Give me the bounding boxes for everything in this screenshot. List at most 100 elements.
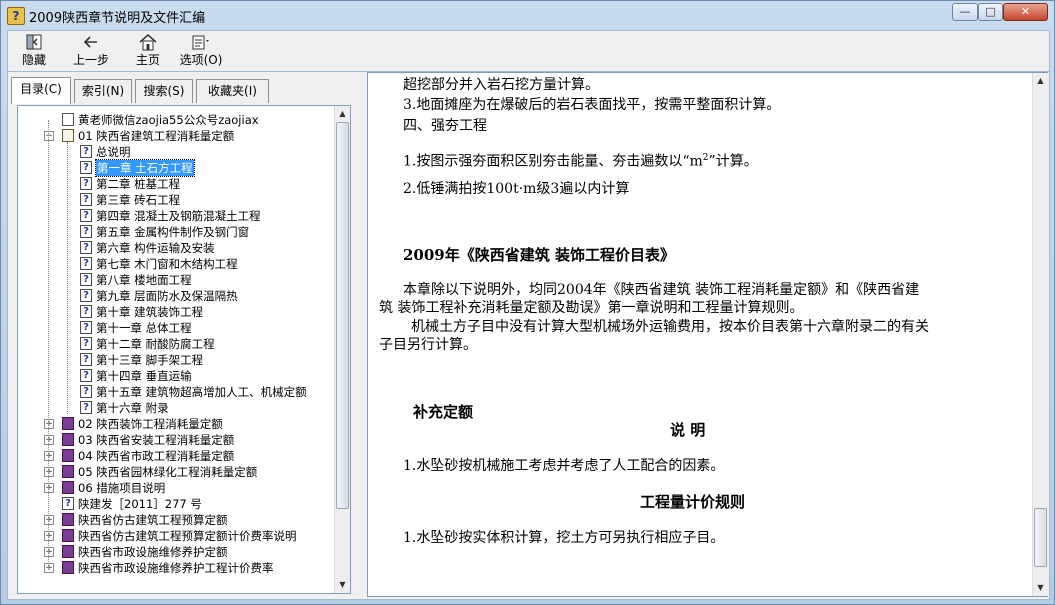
tree-item[interactable]: +05 陕西省园林绿化工程消耗量定额 — [18, 464, 334, 480]
tree-item-label: 06 措施项目说明 — [78, 481, 166, 495]
expand-icon[interactable]: + — [44, 451, 54, 461]
tree-item[interactable]: +06 措施项目说明 — [18, 480, 334, 496]
tree-item[interactable]: +04 陕西省市政工程消耗量定额 — [18, 448, 334, 464]
tree-item[interactable]: ? 第六章 构件运输及安装 — [18, 240, 334, 256]
tree-item-label: 黄老师微信zaojia55公众号zaojiax — [78, 113, 259, 127]
maximize-button[interactable]: □ — [978, 3, 1003, 21]
content-paragraph: 子目另行计算。 — [379, 337, 477, 353]
content-text: ”计算。 — [708, 153, 758, 170]
tree-item[interactable]: +02 陕西装饰工程消耗量定额 — [18, 416, 334, 432]
home-button[interactable]: 主页 — [130, 33, 166, 71]
contents-panel: 黄老师微信zaojia55公众号zaojiax − 01 陕西省建筑工程消耗量定额?… — [17, 105, 351, 594]
tab-search[interactable]: 搜索(S) — [135, 79, 193, 103]
tree-item[interactable]: ? 第十三章 脚手架工程 — [18, 352, 334, 368]
toolbar: 隐藏 上一步 主页 选项(O) — [7, 30, 1050, 72]
pane-splitter[interactable] — [353, 72, 365, 597]
open-book-icon — [62, 129, 74, 142]
back-arrow-icon — [66, 33, 116, 53]
contents-scroll-thumb[interactable] — [336, 122, 349, 509]
help-icon: ? — [80, 225, 92, 238]
book-icon — [62, 513, 74, 526]
help-icon: ? — [80, 177, 92, 190]
hide-label: 隐藏 — [21, 53, 46, 67]
tab-index[interactable]: 索引(N) — [74, 79, 132, 103]
tree-item[interactable]: ? 第十五章 建筑物超高增加人工、机械定额 — [18, 384, 334, 400]
scroll-up-arrow-icon[interactable]: ▲ — [335, 106, 350, 122]
tree-item[interactable]: + 陕西省市政设施维修养护定额 — [18, 544, 334, 560]
content-line: 3.地面摊座为在爆破后的岩石表面找平，按需平整面积计算。 — [403, 97, 781, 113]
tab-favorites[interactable]: 收藏夹(I) — [196, 79, 269, 103]
tree-item[interactable]: ? 第五章 金属构件制作及钢门窗 — [18, 224, 334, 240]
book-icon — [62, 481, 74, 494]
content-line: 1.水坠砂按实体积计算，挖土方可另执行相应子目。 — [403, 530, 725, 546]
collapse-icon[interactable]: − — [44, 131, 54, 141]
tree-item-label: 总说明 — [96, 145, 131, 159]
title-bar[interactable]: ? 2009陕西章节说明及文件汇编 — □ ✕ — [1, 1, 1054, 29]
tree-item-label: 03 陕西省安装工程消耗量定额 — [78, 433, 235, 447]
tree-item[interactable]: ? 第二章 桩基工程 — [18, 176, 334, 192]
help-app-icon: ? — [7, 7, 25, 25]
content-scroll-thumb[interactable] — [1034, 508, 1047, 568]
tree-item-label: 第一章 土石方工程 — [95, 159, 195, 177]
tree-item[interactable]: ? 第十四章 垂直运输 — [18, 368, 334, 384]
tree-item[interactable]: 黄老师微信zaojia55公众号zaojiax — [18, 112, 334, 128]
tree-item[interactable]: +03 陕西省安装工程消耗量定额 — [18, 432, 334, 448]
content-paragraph: 筑 装饰工程补充消耗量定额及勘误》第一章说明和工程量计算规则。 — [379, 300, 804, 316]
expand-icon[interactable]: + — [44, 435, 54, 445]
scroll-down-arrow-icon[interactable]: ▼ — [335, 577, 350, 593]
tree-item-label: 第五章 金属构件制作及钢门窗 — [96, 225, 250, 239]
options-label: 选项(O) — [179, 53, 223, 67]
expand-icon[interactable]: + — [44, 515, 54, 525]
content-line: 1.按图示强夯面积区别夯击能量、夯击遍数以“m2”计算。 — [403, 149, 758, 171]
tree-item[interactable]: ? 陕建发［2011］277 号 — [18, 496, 334, 512]
scroll-down-arrow-icon[interactable]: ▼ — [1033, 580, 1048, 596]
tree-item[interactable]: ? 第十一章 总体工程 — [18, 320, 334, 336]
tree-item-label: 05 陕西省园林绿化工程消耗量定额 — [78, 465, 258, 479]
tree-item[interactable]: ? 第十章 建筑装饰工程 — [18, 304, 334, 320]
expand-icon[interactable]: + — [44, 483, 54, 493]
minimize-button[interactable]: — — [952, 3, 978, 21]
content-section-title: 四、强夯工程 — [403, 118, 487, 134]
expand-icon[interactable]: + — [44, 467, 54, 477]
help-icon: ? — [80, 289, 92, 302]
content-paragraph: 本章除以下说明外，均同2004年《陕西省建筑 装饰工程消耗量定额》和《陕西省建 — [403, 282, 920, 298]
contents-scrollbar[interactable]: ▲ ▼ — [334, 106, 350, 593]
expand-icon[interactable]: + — [44, 531, 54, 541]
tree-item-label: 04 陕西省市政工程消耗量定额 — [78, 449, 235, 463]
scroll-up-arrow-icon[interactable]: ▲ — [1033, 73, 1048, 89]
tree-item-label: 第十三章 脚手架工程 — [96, 353, 204, 367]
close-button[interactable]: ✕ — [1003, 3, 1048, 21]
tree-item[interactable]: + 陕西省仿古建筑工程预算定额 — [18, 512, 334, 528]
expand-icon[interactable]: + — [44, 563, 54, 573]
tree-item[interactable]: ? 第一章 土石方工程 — [18, 159, 334, 177]
tree-guide-line — [48, 120, 49, 568]
help-viewer-window: ? 2009陕西章节说明及文件汇编 — □ ✕ 隐藏 上一步 主页 选项(O) … — [0, 0, 1055, 605]
tree-item[interactable]: ? 第八章 楼地面工程 — [18, 272, 334, 288]
tree-item[interactable]: ? 第十二章 耐酸防腐工程 — [18, 336, 334, 352]
options-button[interactable]: 选项(O) — [178, 33, 224, 71]
tree-item-label: 第七章 木门窗和木结构工程 — [96, 257, 238, 271]
tree-item[interactable]: ? 第四章 混凝土及钢筋混凝土工程 — [18, 208, 334, 224]
back-button[interactable]: 上一步 — [66, 33, 116, 71]
content-paragraph: 机械土方子目中没有计算大型机械场外运输费用，按本价目表第十六章附录二的有关 — [411, 319, 929, 335]
tree-item[interactable]: ? 总说明 — [18, 144, 334, 160]
book-icon — [62, 417, 74, 430]
tab-contents[interactable]: 目录(C) — [11, 77, 71, 104]
tree-item-label: 第九章 层面防水及保温隔热 — [96, 289, 238, 303]
content-scrollbar[interactable]: ▲ ▼ — [1032, 73, 1048, 596]
expand-icon[interactable]: + — [44, 419, 54, 429]
tree-item-label: 陕西省市政设施维修养护定额 — [78, 545, 228, 559]
tree-item[interactable]: ? 第十六章 附录 — [18, 400, 334, 416]
tree-item[interactable]: ? 第九章 层面防水及保温隔热 — [18, 288, 334, 304]
tree-item[interactable]: ? 第三章 砖石工程 — [18, 192, 334, 208]
hide-button[interactable]: 隐藏 — [14, 33, 54, 71]
help-icon: ? — [80, 145, 92, 158]
help-icon: ? — [80, 257, 92, 270]
tree-item[interactable]: + 陕西省仿古建筑工程预算定额计价费率说明 — [18, 528, 334, 544]
expand-icon[interactable]: + — [44, 547, 54, 557]
home-label: 主页 — [135, 53, 160, 67]
tree-item[interactable]: + 陕西省市政设施维修养护工程计价费率 — [18, 560, 334, 576]
tree-item[interactable]: − 01 陕西省建筑工程消耗量定额 — [18, 128, 334, 144]
tree-item[interactable]: ? 第七章 木门窗和木结构工程 — [18, 256, 334, 272]
content-line: 2.低锤满拍按100t·m级3遍以内计算 — [403, 181, 630, 197]
